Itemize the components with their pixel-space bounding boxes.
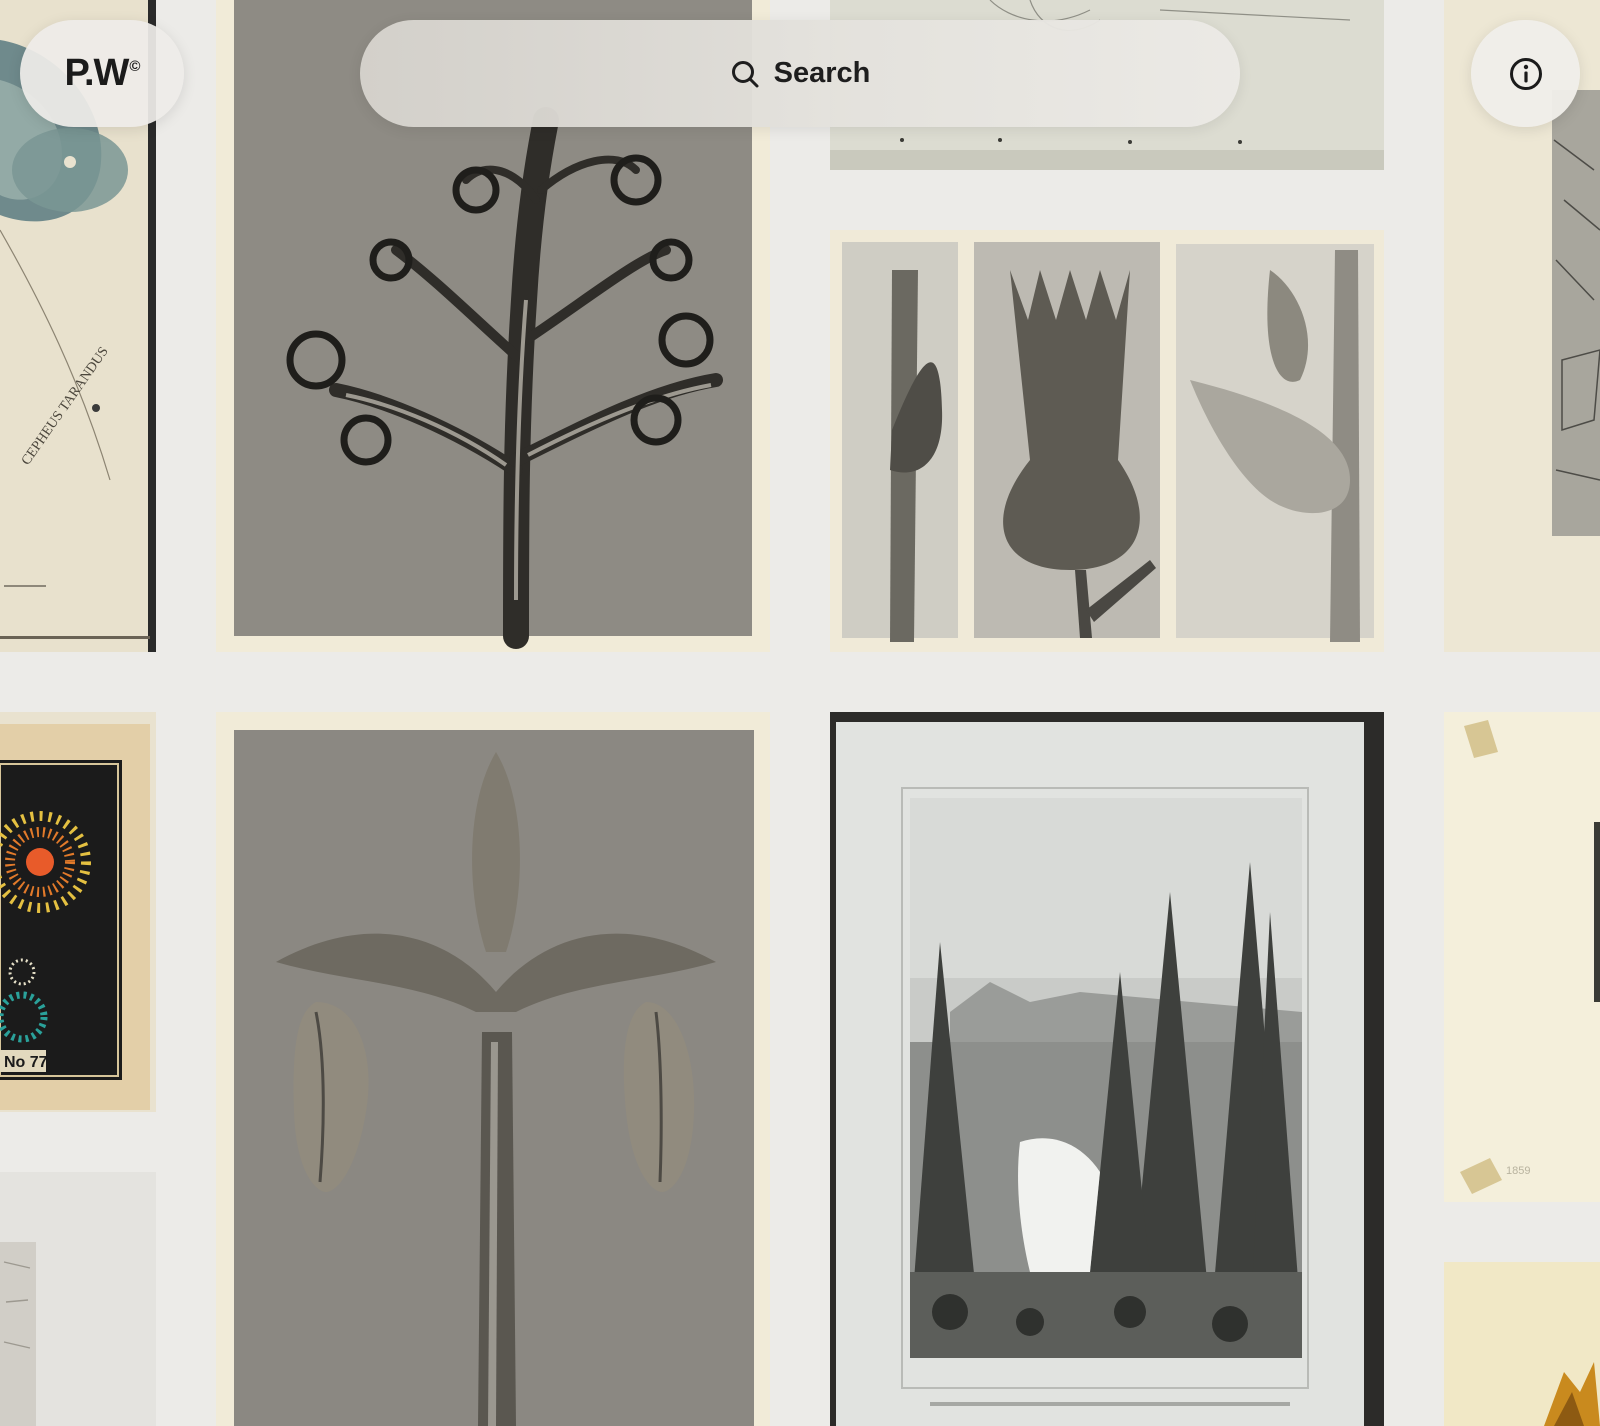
logo-text: P.W©	[64, 52, 141, 94]
artwork-tile-bud-stem[interactable]	[216, 712, 770, 1426]
artwork-tile-waterfall-forest[interactable]	[830, 712, 1384, 1426]
home-logo-button[interactable]: P.W©	[20, 20, 184, 127]
search-bar[interactable]: Search	[360, 20, 1240, 127]
artwork-tile-fireworks[interactable]: No 77	[0, 712, 156, 1112]
artwork-tile-taped-etching[interactable]: 1859	[1444, 712, 1600, 1202]
fireworks-number: No 77	[4, 1054, 48, 1071]
info-icon	[1509, 57, 1542, 90]
search-icon	[731, 60, 759, 87]
artwork-gallery: CEPHEUS TARANDUS No 77 1859	[0, 0, 1600, 1426]
artwork-tile-golden-illustration[interactable]	[1444, 1262, 1600, 1426]
etching-year: 1859	[1506, 1165, 1530, 1177]
info-button[interactable]	[1471, 20, 1580, 127]
artwork-tile-triptych-plant[interactable]	[830, 230, 1384, 652]
artwork-tile-pale-manuscript[interactable]	[0, 1172, 156, 1426]
search-label: Search	[773, 57, 871, 89]
copyright-mark: ©	[129, 58, 140, 76]
